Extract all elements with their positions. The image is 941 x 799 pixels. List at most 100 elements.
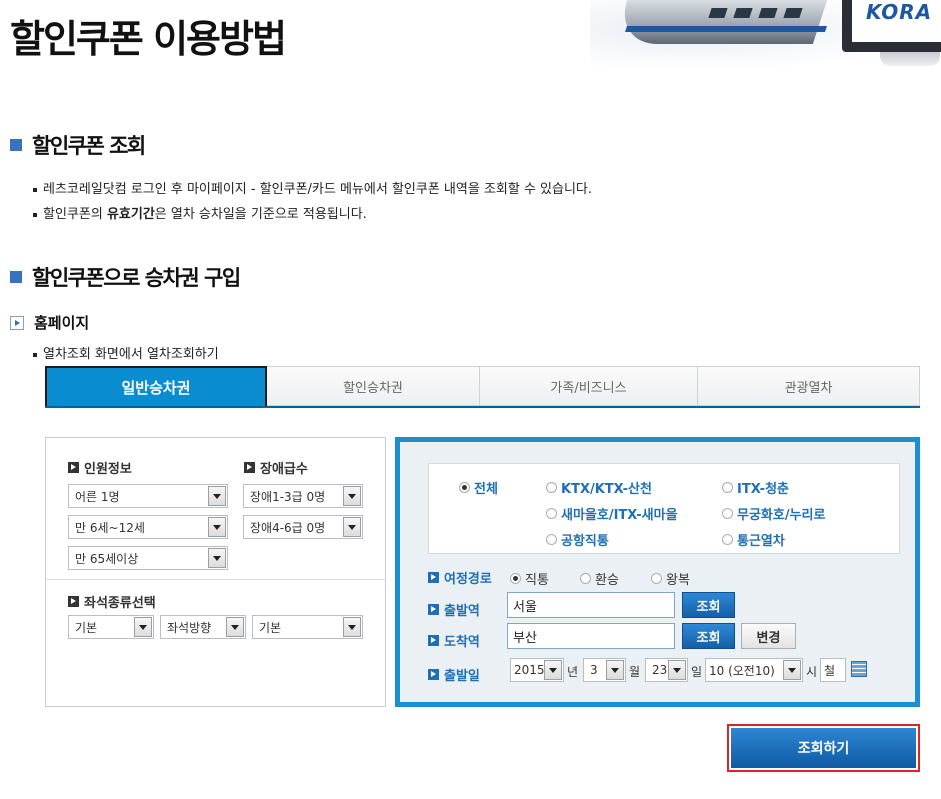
radio-route-transfer[interactable]: 환승 xyxy=(580,569,619,588)
train-stripe xyxy=(625,26,827,32)
monitor-stand xyxy=(880,52,940,66)
year-select[interactable]: 2015 xyxy=(510,658,564,682)
day-unit: 일 xyxy=(691,665,703,679)
extra-field[interactable]: 철 xyxy=(820,658,846,682)
calendar-icon[interactable] xyxy=(851,661,867,677)
month-unit: 월 xyxy=(629,665,641,679)
year-unit: 년 xyxy=(567,665,579,679)
tab-discount-ticket[interactable]: 할인승차권 xyxy=(267,366,480,406)
section-heading-text: 할인쿠폰 조회 xyxy=(32,134,146,158)
swap-stations-button[interactable]: 변경 xyxy=(741,623,796,649)
hour-select[interactable]: 10 (오전10) xyxy=(705,658,803,682)
radio-icon xyxy=(722,534,733,545)
radio-selected-icon xyxy=(510,573,521,584)
search-trains-button[interactable]: 조회하기 xyxy=(731,728,916,768)
hero-illustration: KORA xyxy=(590,0,941,72)
chevron-down-icon[interactable] xyxy=(343,486,361,506)
tab-general-ticket[interactable]: 일반승차권 xyxy=(45,366,267,406)
passenger-panel: 인원정보 장애급수 어른 1명 만 6세~12세 만 65세이상 장애1-3급 … xyxy=(45,437,386,707)
train-search-panel: 전체 KTX/KTX-산천 ITX-청춘 새마을호/ITX-새마을 무궁화호/누… xyxy=(395,437,920,707)
korail-logo: KORA xyxy=(866,0,933,24)
radio-route-direct[interactable]: 직통 xyxy=(510,569,549,588)
bullet-dot-icon xyxy=(33,187,37,192)
bullet-text: 열차조회 화면에서 열차조회하기 xyxy=(43,347,219,362)
hour-unit: 시 xyxy=(806,665,818,679)
chevron-down-icon[interactable] xyxy=(208,548,226,568)
subheading-homepage: 홈페이지 xyxy=(10,312,89,333)
adult-count-select[interactable]: 어른 1명 xyxy=(68,484,228,508)
tab-family-business[interactable]: 가족/비즈니스 xyxy=(480,366,698,406)
section-heading-coupon-lookup: 할인쿠폰 조회 xyxy=(10,130,146,160)
train-illustration xyxy=(612,0,828,44)
train-window xyxy=(758,8,778,18)
chevron-down-icon[interactable] xyxy=(668,660,686,680)
chevron-down-icon[interactable] xyxy=(606,660,624,680)
bullet-item: 열차조회 화면에서 열차조회하기 xyxy=(33,343,219,362)
bullet-dot-icon xyxy=(33,352,37,357)
disabled-4-6-select[interactable]: 장애4-6급 0명 xyxy=(243,515,363,539)
radio-icon xyxy=(546,508,557,519)
chevron-down-icon[interactable] xyxy=(226,617,244,637)
chevron-down-icon[interactable] xyxy=(134,617,152,637)
radio-train-mugunghwa[interactable]: 무궁화호/누리로 xyxy=(722,504,825,523)
section-heading-buy-ticket: 할인쿠폰으로 승차권 구입 xyxy=(10,262,241,292)
radio-route-roundtrip[interactable]: 왕복 xyxy=(651,569,690,588)
month-select[interactable]: 3 xyxy=(583,658,626,682)
radio-icon xyxy=(722,482,733,493)
senior-count-select[interactable]: 만 65세이상 xyxy=(68,546,228,570)
departure-lookup-button[interactable]: 조회 xyxy=(682,592,735,618)
arrival-station-input[interactable]: 부산 xyxy=(507,623,675,649)
radio-train-ktx[interactable]: KTX/KTX-산천 xyxy=(546,478,652,497)
route-label: 여정경로 xyxy=(428,568,492,587)
train-window xyxy=(708,8,728,18)
square-bullet-icon xyxy=(10,139,22,151)
radio-train-saemaeul[interactable]: 새마을호/ITX-새마을 xyxy=(546,504,678,523)
radio-icon xyxy=(722,508,733,519)
radio-train-itx-cheongchun[interactable]: ITX-청춘 xyxy=(722,478,789,497)
bullet-text-suffix: 은 열차 승차일을 기준으로 적용됩니다. xyxy=(154,207,367,222)
radio-train-commuter[interactable]: 통근열차 xyxy=(722,530,785,549)
radio-train-airport[interactable]: 공항직통 xyxy=(546,530,609,549)
arrow-label-icon xyxy=(428,669,439,680)
arrow-label-icon xyxy=(244,462,255,473)
seat-direction-select[interactable]: 좌석방향 xyxy=(160,615,246,639)
radio-selected-icon xyxy=(459,482,470,493)
arrow-label-icon xyxy=(428,572,439,583)
ticket-type-tabs: 일반승차권 할인승차권 가족/비즈니스 관광열차 xyxy=(45,366,920,408)
square-bullet-icon xyxy=(10,271,22,283)
chevron-down-icon[interactable] xyxy=(343,617,361,637)
seat-class-select[interactable]: 기본 xyxy=(68,615,154,639)
train-window xyxy=(733,8,753,18)
page-title: 할인쿠폰 이용방법 xyxy=(10,17,287,61)
radio-icon xyxy=(580,573,591,584)
day-select[interactable]: 23 xyxy=(645,658,688,682)
panel-divider xyxy=(46,579,385,580)
chevron-down-icon[interactable] xyxy=(544,660,562,680)
bullet-text: 레츠코레일닷컴 로그인 후 마이페이지 - 할인쿠폰/카드 메뉴에서 할인쿠폰 … xyxy=(43,182,593,197)
bullet-text-bold: 유효기간 xyxy=(106,207,155,222)
chevron-down-icon[interactable] xyxy=(208,486,226,506)
search-trains-button-highlight: 조회하기 xyxy=(727,724,920,772)
child-count-select[interactable]: 만 6세~12세 xyxy=(68,515,228,539)
tab-tourist-train[interactable]: 관광열차 xyxy=(698,366,920,406)
disabled-1-3-select[interactable]: 장애1-3급 0명 xyxy=(243,484,363,508)
chevron-down-icon[interactable] xyxy=(343,517,361,537)
departure-station-input[interactable]: 서울 xyxy=(507,592,675,618)
disabled-grade-label: 장애급수 xyxy=(244,458,308,477)
passenger-info-label: 인원정보 xyxy=(68,458,132,477)
arrow-label-icon xyxy=(68,462,79,473)
chevron-down-icon[interactable] xyxy=(208,517,226,537)
chevron-down-icon[interactable] xyxy=(783,660,801,680)
arrival-label: 도착역 xyxy=(428,631,480,650)
radio-train-all[interactable]: 전체 xyxy=(459,478,498,497)
arrival-lookup-button[interactable]: 조회 xyxy=(682,623,735,649)
arrow-label-icon xyxy=(428,604,439,615)
train-window xyxy=(783,8,803,18)
arrow-label-icon xyxy=(68,596,79,607)
arrow-box-icon xyxy=(10,315,24,330)
bullet-item: 레츠코레일닷컴 로그인 후 마이페이지 - 할인쿠폰/카드 메뉴에서 할인쿠폰 … xyxy=(33,178,592,197)
seat-position-select[interactable]: 기본 xyxy=(252,615,363,639)
train-type-options: 전체 KTX/KTX-산천 ITX-청춘 새마을호/ITX-새마을 무궁화호/누… xyxy=(428,463,900,554)
bullet-item: 할인쿠폰의 유효기간은 열차 승차일을 기준으로 적용됩니다. xyxy=(33,203,367,222)
section-heading-text: 할인쿠폰으로 승차권 구입 xyxy=(32,266,241,290)
